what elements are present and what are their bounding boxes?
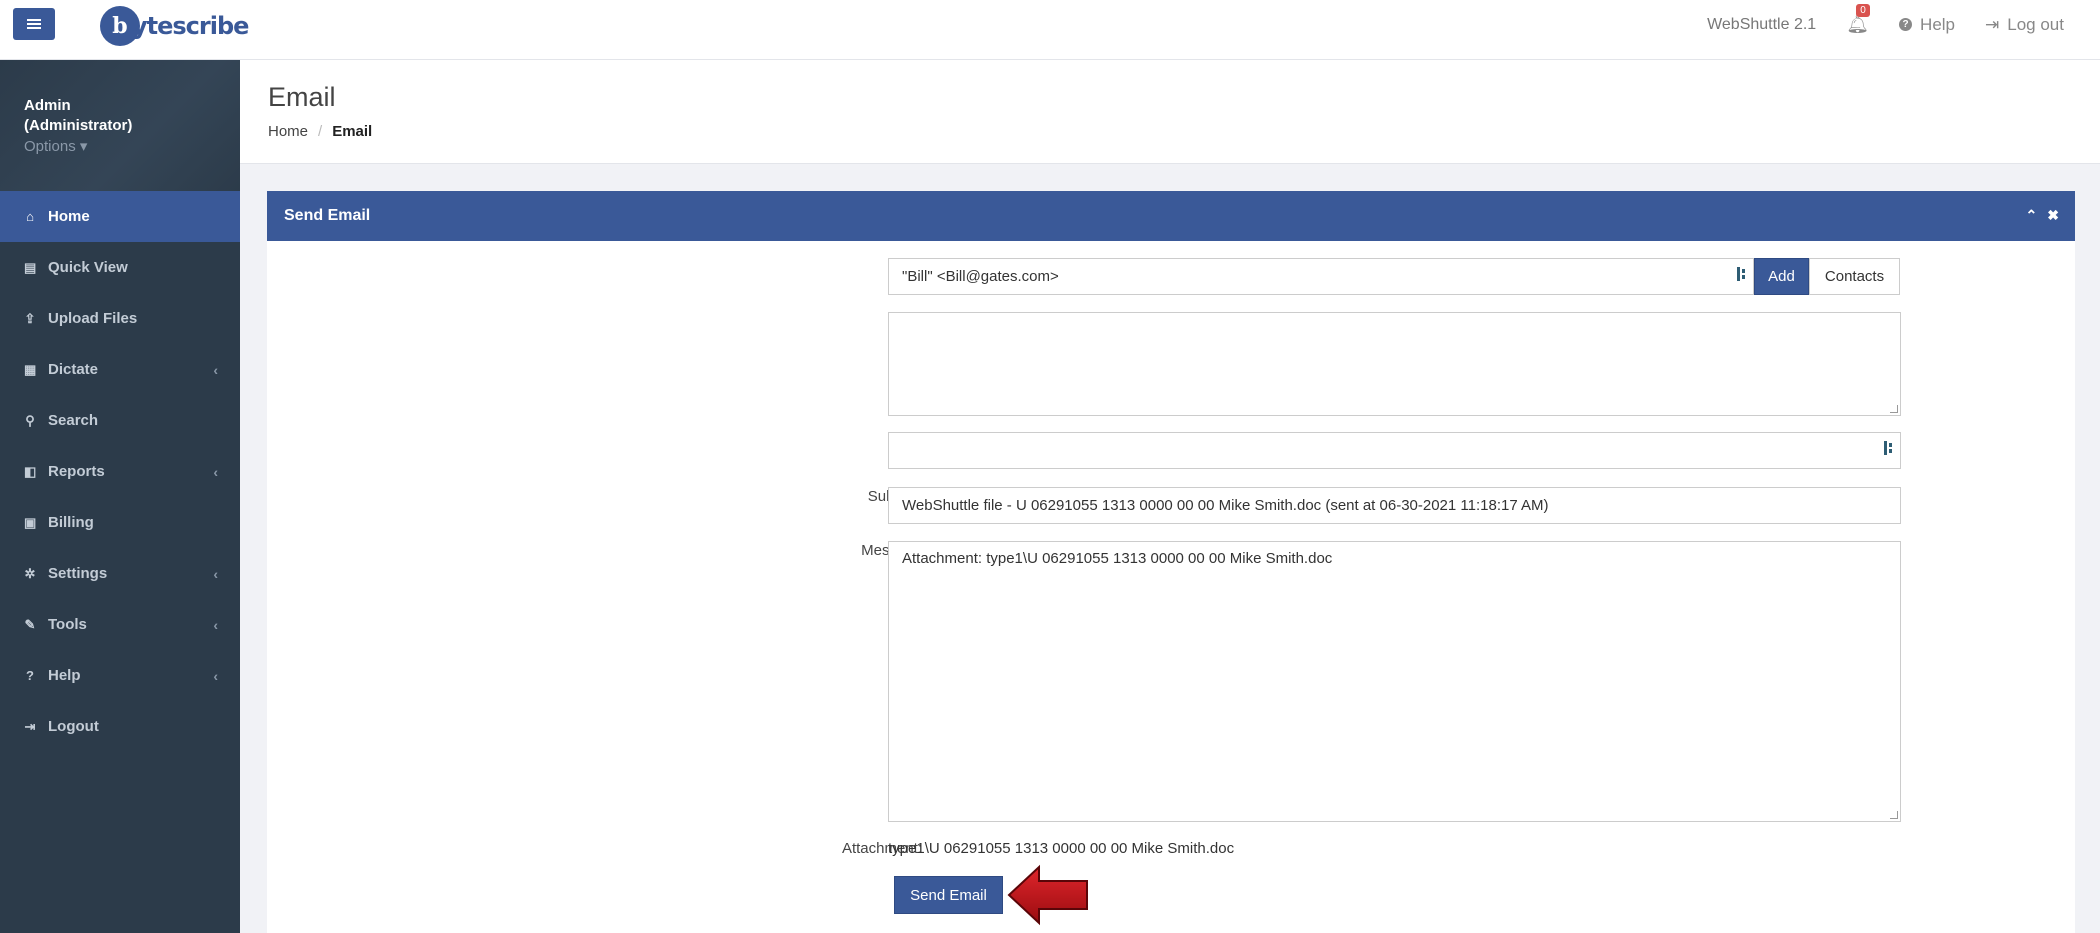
upload-icon: ⇪ [24,310,36,326]
subject-value: WebShuttle file - U 06291055 1313 0000 0… [902,497,1549,514]
logo-text: ytescribe [132,12,249,40]
cc-input[interactable] [888,432,1901,469]
wrench-icon: ✎ [24,616,36,632]
message-textarea[interactable]: Attachment: type1\U 06291055 1313 0000 0… [888,541,1901,822]
help-label: Help [1920,14,1956,34]
sidebar-item-reports[interactable]: ◧ Reports ‹ [0,446,240,497]
page-title: Email [268,82,336,112]
gear-icon: ✲ [24,565,36,581]
chevron-left-icon: ‹ [213,616,218,633]
user-role: (Administrator) [24,117,133,134]
sidebar-item-label: Tools [48,616,87,633]
app-version: WebShuttle 2.1 [1707,15,1817,33]
logout-icon: ⇥ [24,718,36,734]
top-navbar: b ytescribe WebShuttle 2.1 🔔︎ 0 ? Help ⇥… [0,0,2100,60]
logo[interactable]: b ytescribe [100,6,249,46]
sidebar-item-upload-files[interactable]: ⇪ Upload Files [0,293,240,344]
file-icon: ▤ [24,259,37,275]
sidebar-item-billing[interactable]: ▣ Billing [0,497,240,548]
resize-grip-icon[interactable] [1890,811,1898,819]
contacts-button[interactable]: Contacts [1809,258,1900,295]
help-link[interactable]: ? Help [1899,15,1955,35]
reports-icon: ◧ [24,463,37,479]
sign-out-icon: ⇥ [1985,14,2000,34]
help-icon: ? [26,668,34,683]
sidebar-item-label: Search [48,412,99,429]
chevron-left-icon: ‹ [213,361,218,378]
resize-grip-icon[interactable] [1890,405,1898,413]
top-right-menu: WebShuttle 2.1 🔔︎ 0 ? Help ⇥ Log out [1707,4,2064,35]
chevron-left-icon: ‹ [213,463,218,480]
sidebar-item-tools[interactable]: ✎ Tools ‹ [0,599,240,650]
search-icon: ⚲ [25,412,35,428]
message-value: Attachment: type1\U 06291055 1313 0000 0… [902,550,1333,567]
sidebar-item-label: Dictate [48,361,99,378]
close-icon[interactable]: ✖ [2047,207,2059,224]
question-circle-icon: ? [1899,18,1913,31]
chevron-left-icon: ‹ [213,565,218,582]
to-input[interactable]: "Bill" <Bill@gates.com> [888,258,1754,295]
user-profile: Admin (Administrator) Options ▾ [0,60,240,191]
menu-toggle-button[interactable] [13,8,55,40]
subject-input[interactable]: WebShuttle file - U 06291055 1313 0000 0… [888,487,1901,524]
notifications-button[interactable]: 🔔︎ 0 [1846,4,1870,35]
add-button[interactable]: Add [1754,258,1809,295]
dictate-icon: ▦ [24,361,37,377]
autocomplete-icon [1737,267,1747,281]
page-header: Email Home / Email [240,60,2100,164]
sidebar-item-label: Help [48,667,81,684]
sidebar-item-label: Billing [48,514,94,531]
sidebar-item-label: Logout [48,718,99,735]
home-icon: ⌂ [26,209,34,224]
chevron-left-icon: ‹ [213,667,218,684]
bell-icon: 🔔︎ [1846,14,1870,34]
send-email-button[interactable]: Send Email [894,876,1003,914]
logout-link[interactable]: ⇥ Log out [1985,15,2064,35]
panel-header: Send Email ⌃ ✖ [267,191,2075,241]
options-dropdown[interactable]: Options ▾ [24,136,240,158]
sidebar-item-home[interactable]: ⌂ Home [0,191,240,242]
send-email-panel: Send Email ⌃ ✖ To: "Bill" <Bill@gates.co… [267,191,2075,933]
sidebar-item-label: Settings [48,565,108,582]
sidebar-item-settings[interactable]: ✲ Settings ‹ [0,548,240,599]
breadcrumb-current: Email [332,123,373,140]
sidebar-item-label: Upload Files [48,310,138,327]
hamburger-icon [27,23,41,25]
chevron-up-icon[interactable]: ⌃ [2026,207,2038,224]
sidebar-item-help[interactable]: ? Help ‹ [0,650,240,701]
notification-count-badge: 0 [1856,4,1870,17]
sidebar-item-label: Home [48,208,90,225]
breadcrumb: Home / Email [268,123,372,140]
logout-label: Log out [2007,14,2064,34]
sidebar-item-label: Reports [48,463,105,480]
autocomplete-icon [1884,441,1894,455]
sidebar: Admin (Administrator) Options ▾ ⌂ Home ▤ Qu… [0,60,240,933]
to-value: "Bill" <Bill@gates.com> [902,268,1059,285]
sidebar-item-logout[interactable]: ⇥ Logout [0,701,240,752]
sidebar-item-dictate[interactable]: ▦ Dictate ‹ [0,344,240,395]
money-icon: ▣ [24,514,37,530]
sidebar-item-search[interactable]: ⚲ Search [0,395,240,446]
user-name: Admin [24,97,71,114]
breadcrumb-separator: / [318,123,323,140]
sidebar-item-label: Quick View [48,259,128,276]
breadcrumb-home[interactable]: Home [268,123,308,140]
panel-title: Send Email [284,207,371,224]
attachment-value: type1\U 06291055 1313 0000 00 00 Mike Sm… [888,840,1235,857]
panel-tools: ⌃ ✖ [2026,207,2059,224]
recipients-textarea[interactable] [888,312,1901,416]
sidebar-item-quick-view[interactable]: ▤ Quick View [0,242,240,293]
sidebar-nav: ⌂ Home ▤ Quick View ⇪ Upload Files ▦ Dictate ‹ ⚲ S… [0,191,240,752]
pointer-arrow-icon [1007,864,1088,926]
